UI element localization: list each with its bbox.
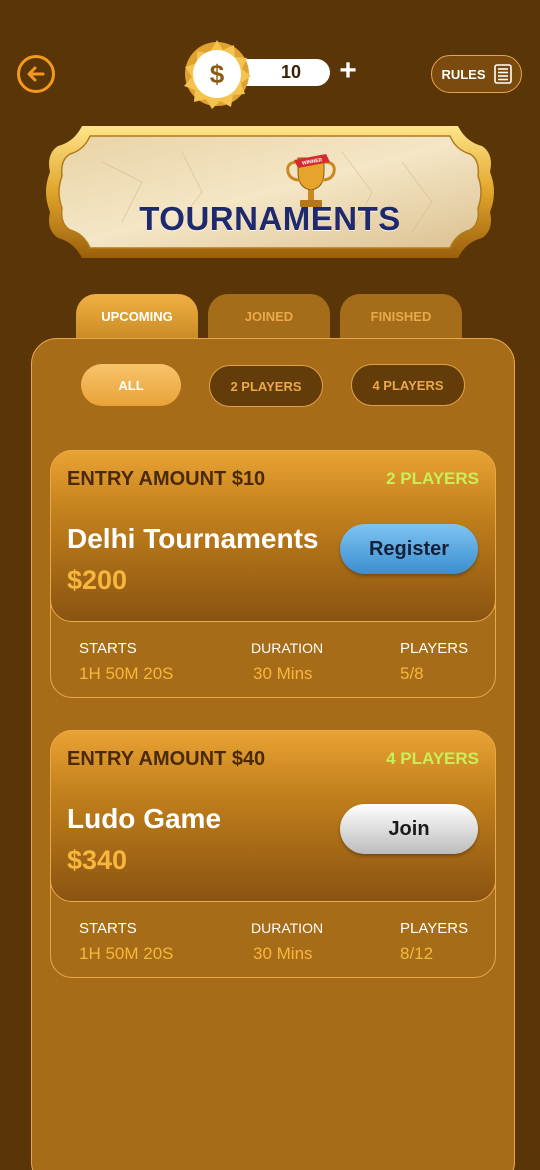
tournament-card: ENTRY AMOUNT $10 2 PLAYERS Delhi Tournam… [50, 450, 496, 698]
add-coins-button[interactable]: + [336, 56, 360, 86]
duration-value: 30 Mins [253, 944, 313, 963]
tournament-list-panel: ALL 2 PLAYERS 4 PLAYERS ENTRY AMOUNT $10… [31, 338, 515, 1170]
page-title: TOURNAMENTS [139, 200, 401, 237]
players-label: PLAYERS [400, 640, 469, 657]
prize-amount: $340 [67, 845, 128, 875]
tournament-tabs: UPCOMING JOINED FINISHED [76, 294, 464, 340]
starts-value: 1H 50M 20S [79, 944, 174, 963]
join-button[interactable]: Join [340, 804, 478, 854]
rules-label: RULES [441, 66, 486, 82]
card-header: ENTRY AMOUNT $40 4 PLAYERS Ludo Game $34… [50, 730, 496, 902]
players-tag: 2 PLAYERS [386, 469, 479, 488]
tournament-name: Delhi Tournaments [67, 523, 319, 554]
coin-balance: 10 $ + [182, 38, 362, 110]
tournament-name: Ludo Game [67, 803, 222, 834]
list-icon [493, 64, 512, 84]
filter-all[interactable]: ALL [81, 364, 181, 406]
tab-finished[interactable]: FINISHED [340, 294, 462, 340]
players-value: 8/12 [400, 944, 434, 963]
players-label: PLAYERS [400, 920, 469, 937]
players-value: 5/8 [400, 664, 424, 683]
starts-label: STARTS [79, 640, 137, 657]
rules-button[interactable]: RULES [431, 55, 522, 93]
duration-value: 30 Mins [253, 664, 313, 683]
tournament-card: ENTRY AMOUNT $40 4 PLAYERS Ludo Game $34… [50, 730, 496, 978]
back-button[interactable] [17, 55, 55, 93]
filter-4-players[interactable]: 4 PLAYERS [351, 364, 465, 406]
card-header: ENTRY AMOUNT $10 2 PLAYERS Delhi Tournam… [50, 450, 496, 622]
back-arrow-icon [27, 66, 45, 82]
tab-upcoming[interactable]: UPCOMING [76, 294, 198, 340]
filter-2-players[interactable]: 2 PLAYERS [209, 365, 323, 407]
starts-value: 1H 50M 20S [79, 664, 174, 683]
tab-joined[interactable]: JOINED [208, 294, 330, 340]
duration-label: DURATION [251, 920, 324, 936]
coin-symbol: $ [210, 59, 225, 89]
coin-icon: $ [182, 38, 252, 110]
entry-amount: ENTRY AMOUNT $10 [67, 468, 266, 490]
starts-label: STARTS [79, 920, 137, 937]
duration-label: DURATION [251, 640, 324, 656]
prize-amount: $200 [67, 565, 128, 595]
entry-amount: ENTRY AMOUNT $40 [67, 748, 266, 770]
banner-frame [46, 126, 494, 258]
tournaments-banner: WINNER TOURNAMENTS [42, 122, 498, 262]
register-button[interactable]: Register [340, 524, 478, 574]
players-tag: 4 PLAYERS [386, 749, 479, 768]
